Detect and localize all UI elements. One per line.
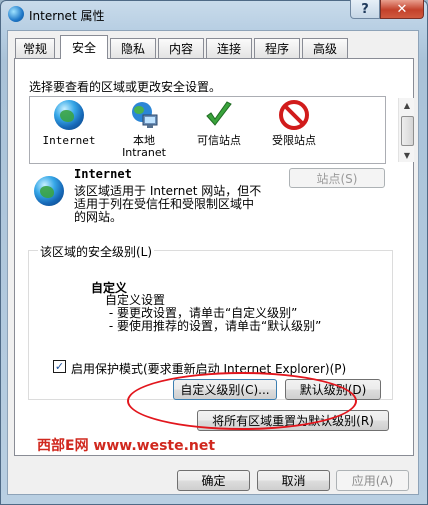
zone-local-intranet[interactable]: 本地 Intranet: [109, 97, 179, 163]
ok-button[interactable]: 确定: [177, 470, 250, 491]
globe-icon: [54, 100, 84, 130]
tab-content[interactable]: 内容: [158, 38, 204, 58]
no-entry-icon: [279, 100, 309, 130]
tab-security[interactable]: 安全: [60, 35, 108, 59]
tab-privacy[interactable]: 隐私: [110, 38, 156, 58]
selected-zone-description: 该区域适用于 Internet 网站，但不适用于列在受信任和受限制区域中的网站。: [74, 184, 262, 224]
zone-trusted-sites[interactable]: 可信站点: [184, 97, 254, 163]
ie-globe-icon: [8, 6, 24, 22]
tab-advanced[interactable]: 高级: [302, 38, 348, 58]
sites-button[interactable]: 站点(S): [289, 168, 385, 188]
scroll-thumb[interactable]: [401, 116, 414, 146]
watermark-text: 西部E网 www.weste.net: [37, 438, 216, 454]
zone-label: 受限站点: [272, 134, 316, 147]
zone-list[interactable]: Internet 本地 Intranet 可信站点 受限站点 ▲ ▼: [29, 96, 414, 164]
tab-programs[interactable]: 程序: [254, 38, 300, 58]
intranet-icon: [129, 100, 159, 130]
annotation-ellipse: [127, 372, 357, 430]
scroll-down-arrow-icon[interactable]: ▼: [399, 148, 415, 162]
help-button[interactable]: ?: [350, 0, 380, 19]
zone-prompt: 选择要查看的区域或更改安全设置。: [29, 80, 222, 94]
zone-restricted-sites[interactable]: 受限站点: [259, 97, 329, 163]
zone-list-scrollbar[interactable]: ▲ ▼: [398, 98, 414, 162]
selected-zone-name: Internet: [74, 167, 132, 181]
security-level-description: 自定义设置 - 要更改设置，请单击“自定义级别” - 要使用推荐的设置，请单击“…: [105, 293, 322, 333]
zone-label: Internet: [42, 134, 96, 147]
cancel-button[interactable]: 取消: [257, 470, 330, 491]
close-button[interactable]: ✕: [380, 0, 424, 19]
zone-label: 本地 Intranet: [122, 134, 166, 159]
apply-button[interactable]: 应用(A): [336, 470, 409, 491]
zone-label: 可信站点: [197, 134, 241, 147]
title-bar[interactable]: Internet 属性 ? ✕: [0, 0, 426, 30]
scroll-up-arrow-icon[interactable]: ▲: [399, 98, 415, 112]
checkmark-icon: [204, 100, 234, 130]
security-level-label: 该区域的安全级别(L): [38, 243, 155, 260]
zone-internet[interactable]: Internet: [34, 97, 104, 163]
tab-connections[interactable]: 连接: [206, 38, 252, 58]
tab-general[interactable]: 常规: [15, 38, 55, 58]
window-title: Internet 属性: [29, 9, 105, 23]
protected-mode-checkbox[interactable]: ✓: [53, 360, 66, 373]
selected-zone-globe-icon: [34, 176, 64, 206]
